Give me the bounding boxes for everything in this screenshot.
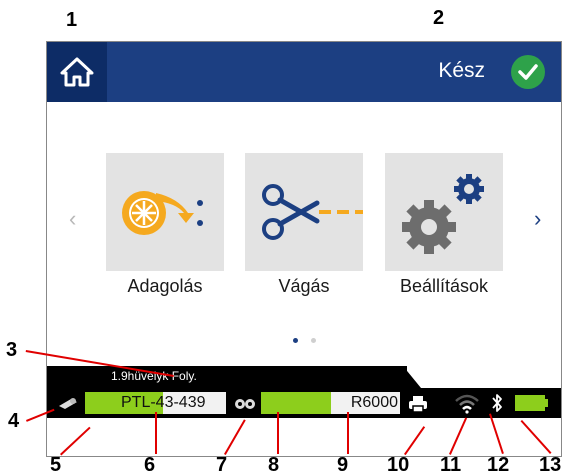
callout-5: 5: [50, 454, 62, 476]
cut-tile[interactable]: [245, 153, 363, 271]
home-button[interactable]: [47, 42, 107, 102]
callout-3: 3: [6, 339, 18, 361]
ribbon-remaining-fill: [261, 392, 331, 414]
cut-tile-label: Vágás: [278, 276, 330, 296]
ribbon-cartridge-icon: [235, 399, 255, 409]
callout-13: 13: [539, 454, 562, 476]
feed-tile-label: Adagolás: [127, 276, 203, 296]
ribbon-name: R6000: [350, 394, 398, 411]
printer-icon: [409, 396, 427, 413]
feed-tile[interactable]: [106, 153, 224, 271]
scissors-icon: [262, 184, 363, 240]
device-screen: Kész ‹ › Adagolás Vágás Beállítások 1.9h…: [46, 41, 562, 457]
leader-line-6: [155, 412, 157, 454]
leader-line-8: [277, 412, 279, 454]
callout-2: 2: [433, 7, 445, 29]
label-cartridge-gauge[interactable]: PTL-43-439: [85, 392, 226, 414]
bluetooth-icon: [492, 394, 502, 412]
callout-10: 10: [387, 454, 410, 476]
page-dot-active: [293, 338, 298, 343]
callout-4: 4: [8, 410, 20, 432]
leader-line-9: [347, 412, 349, 454]
label-cartridge-icon: [59, 398, 77, 409]
callout-12: 12: [487, 454, 510, 476]
label-cartridge-name: PTL-43-439: [121, 394, 206, 411]
settings-tile[interactable]: [385, 153, 503, 271]
prev-page-arrow[interactable]: ‹: [69, 206, 76, 232]
ribbon-gauge[interactable]: R6000: [261, 392, 400, 414]
checkmark-icon: [511, 55, 545, 89]
callout-9: 9: [337, 454, 349, 476]
settings-tile-label: Beállítások: [399, 276, 489, 296]
header-bar: Kész: [47, 42, 561, 102]
media-tab: [47, 366, 407, 388]
next-page-arrow[interactable]: ›: [534, 206, 541, 232]
feed-icon: [122, 191, 203, 235]
callout-11: 11: [440, 454, 462, 476]
callout-7: 7: [216, 454, 228, 476]
callout-8: 8: [268, 454, 280, 476]
callout-6: 6: [144, 454, 156, 476]
status-text: Kész: [438, 59, 485, 82]
callout-1: 1: [66, 9, 78, 31]
battery-tip: [545, 399, 548, 407]
media-tab-corner: [403, 366, 421, 388]
page-dot-inactive: [311, 338, 316, 343]
battery-icon: [515, 395, 545, 411]
settings-gears-icon: [402, 174, 484, 254]
wifi-icon: [455, 394, 479, 414]
home-icon: [60, 57, 94, 87]
